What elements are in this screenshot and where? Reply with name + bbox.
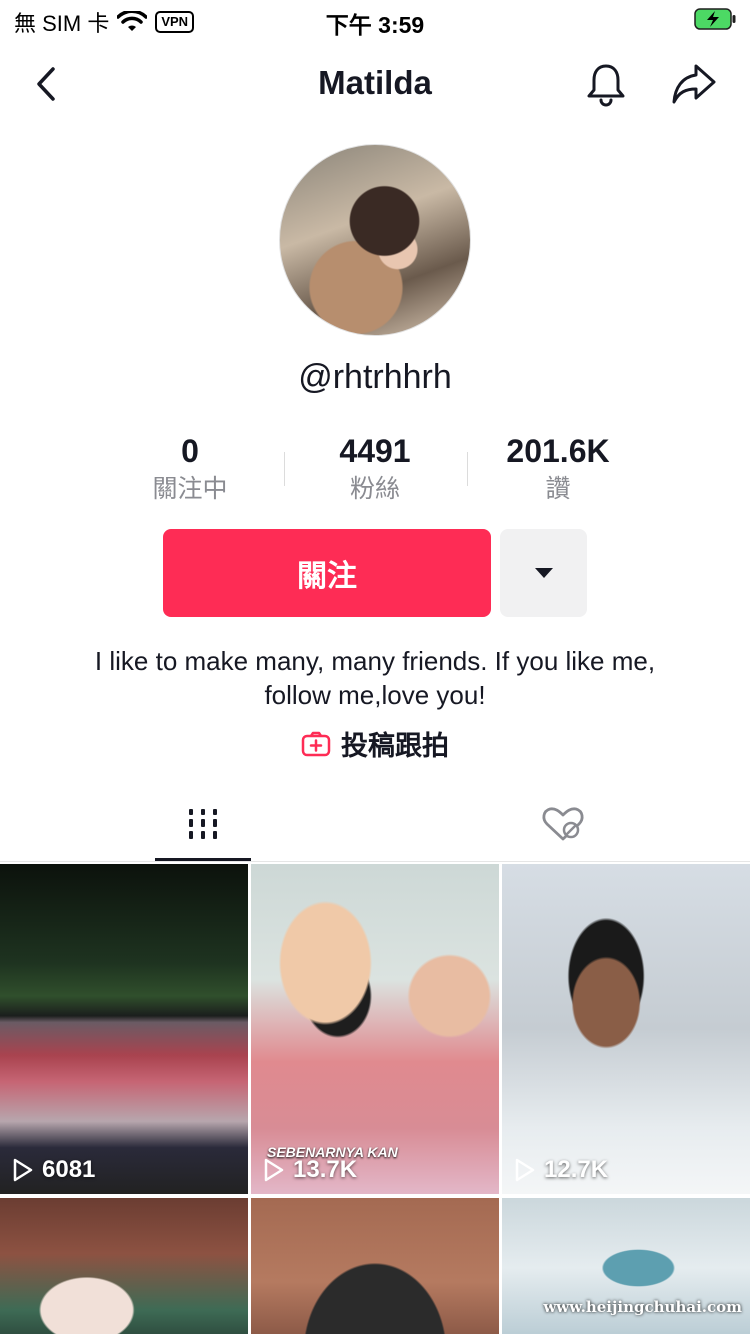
stat-likes[interactable]: 201.6K 讚 [468, 432, 648, 504]
video-grid: 6081 SEBENARNYA KAN 13.7K 12.7K www.heij… [0, 864, 750, 1334]
video-thumbnail[interactable] [251, 1198, 499, 1334]
view-count: 6081 [12, 1156, 95, 1184]
tab-videos[interactable] [15, 788, 390, 860]
play-icon [13, 1158, 33, 1182]
stat-likes-value: 201.6K [506, 433, 610, 469]
bell-icon [587, 64, 625, 107]
watermark-text: www.heijingchuhai.com [543, 1298, 742, 1316]
video-thumbnail[interactable]: SEBENARNYA KAN 13.7K [251, 864, 499, 1194]
video-thumbnail[interactable]: 6081 [0, 864, 248, 1194]
share-button[interactable] [668, 60, 720, 108]
suggested-accounts-button[interactable] [500, 529, 587, 617]
stat-followers-value: 4491 [339, 433, 411, 469]
profile-tabs [0, 788, 750, 862]
view-count: 13.7K [263, 1156, 357, 1184]
video-thumbnail[interactable] [0, 1198, 248, 1334]
view-count: 12.7K [514, 1156, 608, 1184]
caret-down-icon [534, 568, 553, 578]
top-nav: Matilda [0, 44, 750, 124]
follow-button[interactable]: 關注 [163, 529, 491, 617]
view-count-text: 13.7K [293, 1156, 358, 1183]
status-bar: 無 SIM 卡 VPN 下午 3:59 [0, 0, 750, 40]
battery-charging-icon [694, 8, 736, 30]
add-video-icon [301, 731, 331, 756]
share-arrow-icon [672, 64, 716, 104]
play-icon [515, 1158, 535, 1182]
view-count-text: 12.7K [544, 1156, 609, 1183]
username-handle: @rhtrhhrh [298, 358, 452, 396]
avatar[interactable] [279, 144, 471, 336]
profile-bio: I like to make many, many friends. If yo… [94, 646, 656, 710]
stat-following-value: 0 [181, 433, 199, 469]
play-icon [264, 1158, 284, 1182]
stat-likes-label: 讚 [545, 475, 571, 503]
stat-following-label: 關注中 [152, 475, 228, 503]
notification-button[interactable] [582, 60, 630, 108]
videos-grid-icon [189, 809, 217, 839]
video-thumbnail[interactable]: 12.7K [502, 864, 750, 1194]
view-count-text: 6081 [42, 1156, 96, 1183]
liked-hidden-icon [542, 807, 583, 841]
tab-liked[interactable] [375, 788, 750, 860]
collab-label: 投稿跟拍 [341, 731, 449, 762]
stat-following[interactable]: 0 關注中 [100, 432, 280, 504]
stat-followers-label: 粉絲 [349, 475, 400, 503]
status-time: 下午 3:59 [325, 12, 425, 38]
stat-followers[interactable]: 4491 粉絲 [285, 432, 465, 504]
page-title: Matilda [318, 64, 432, 101]
tabs-divider [0, 861, 750, 862]
collab-link[interactable]: 投稿跟拍 [0, 724, 750, 763]
